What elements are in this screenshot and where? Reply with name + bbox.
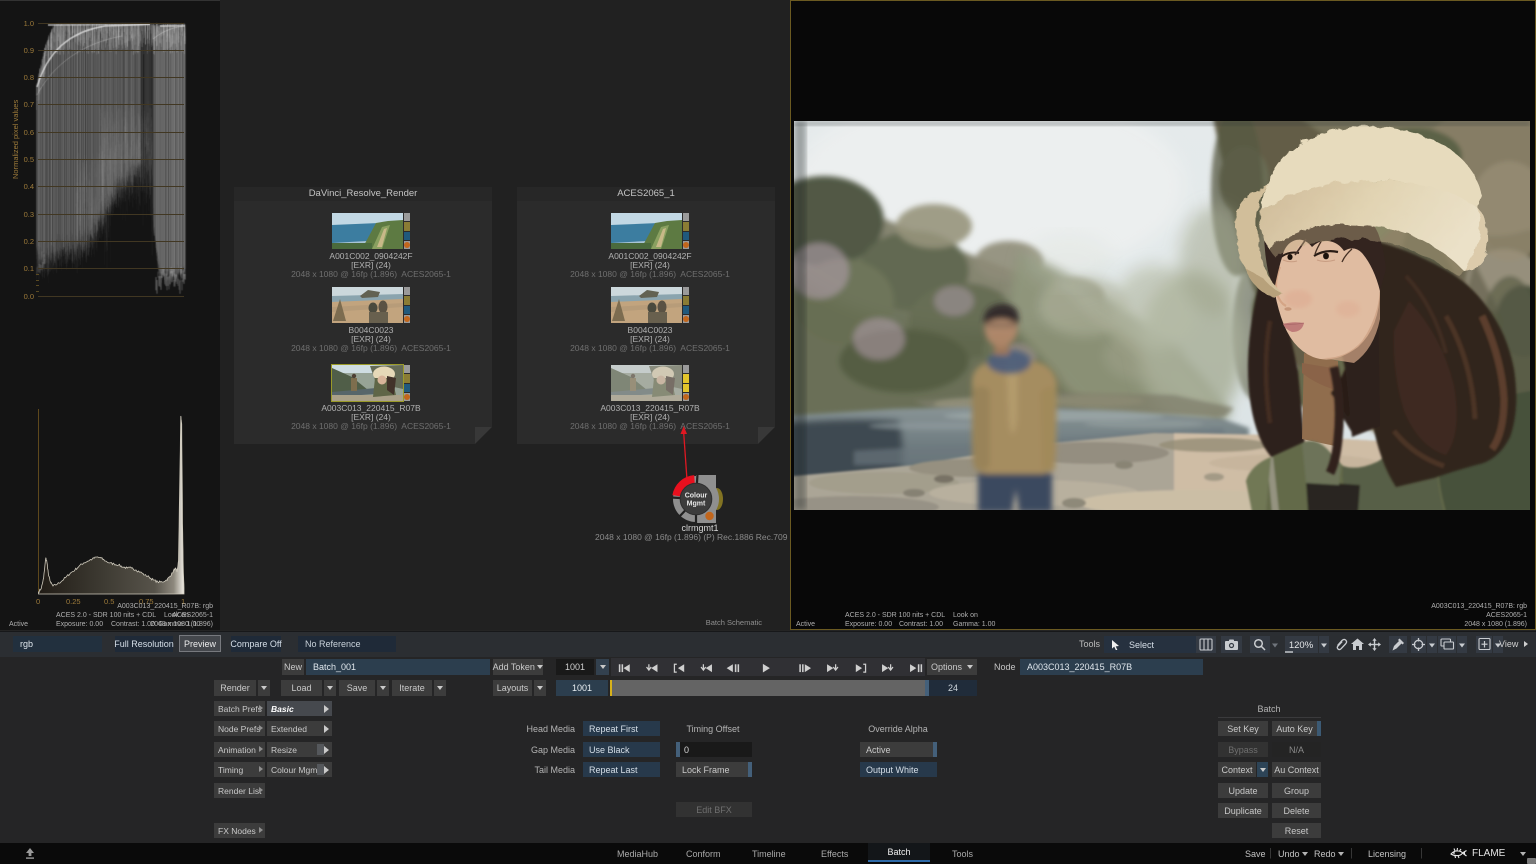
svg-text:120%: 120% [1289, 640, 1314, 651]
svg-text:Colour: Colour [685, 493, 708, 500]
svg-text:Mgmt: Mgmt [687, 501, 706, 508]
